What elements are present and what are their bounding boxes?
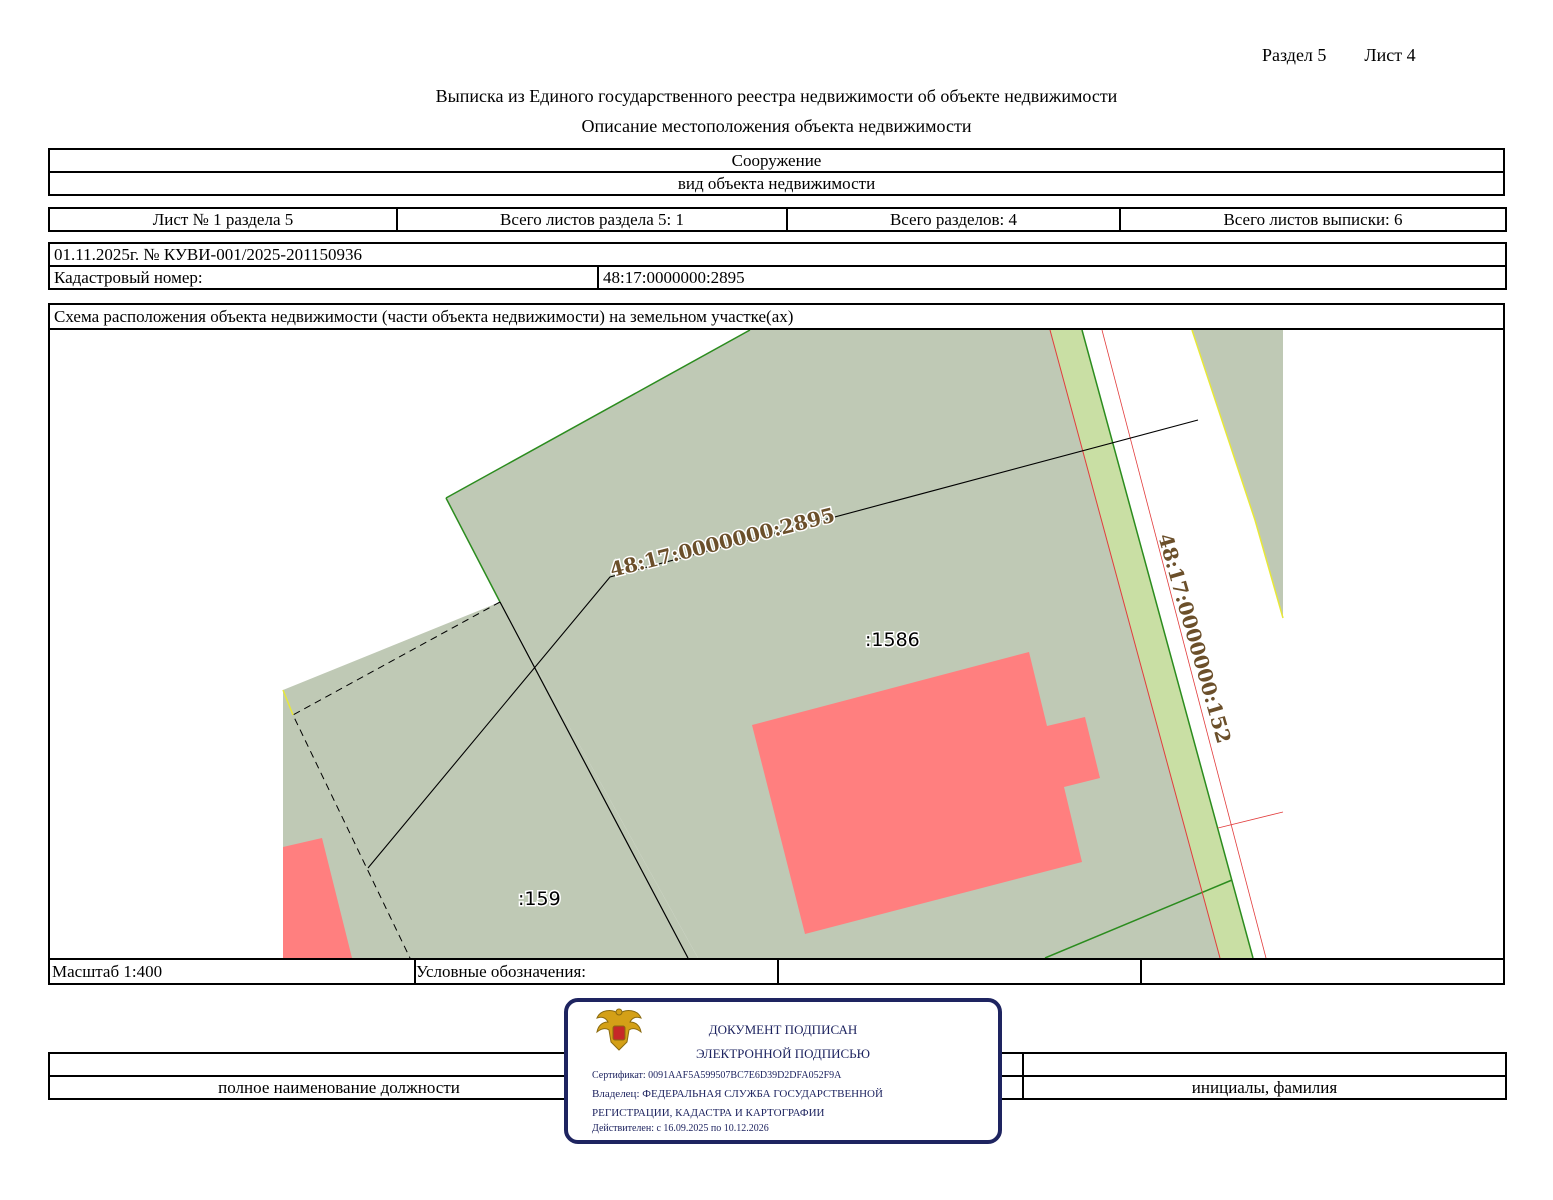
stamp-line-1: ДОКУМЕНТ ПОДПИСАН — [708, 1022, 858, 1037]
legend-cell-empty-1 — [777, 960, 1142, 985]
document-subtitle: Описание местоположения объекта недвижим… — [581, 116, 972, 136]
sheets-info-table: Лист № 1 раздела 5 Всего листов раздела … — [48, 207, 1507, 232]
stamp-certificate: Сертификат: 0091AAF5A599507BC7E6D39D2DFA… — [592, 1070, 842, 1081]
extract-date-number: 01.11.2025г. № КУВИ-001/2025-201150936 — [48, 242, 1507, 267]
section-label: Раздел 5 — [1262, 45, 1327, 65]
object-type-caption: вид объекта недвижимости — [48, 171, 1505, 196]
total-section-sheets: Всего листов раздела 5: 1 — [396, 207, 788, 232]
total-sections: Всего разделов: 4 — [786, 207, 1121, 232]
electronic-signature-stamp: ДОКУМЕНТ ПОДПИСАН ЭЛЕКТРОННОЙ ПОДПИСЬЮ С… — [564, 998, 1002, 1144]
object-type-table: Сооружение вид объекта недвижимости — [48, 148, 1505, 196]
total-extract-sheets: Всего листов выписки: 6 — [1119, 207, 1507, 232]
location-scheme-map: 48:17:0000000:2895 48:17:0000000:152 :15… — [50, 330, 1503, 958]
stamp-owner-2: РЕГИСТРАЦИИ, КАДАСТРА И КАРТОГРАФИИ — [592, 1107, 825, 1119]
stamp-line-2: ЭЛЕКТРОННОЙ ПОДПИСЬЮ — [696, 1046, 870, 1061]
map-footer: Масштаб 1:400 Условные обозначения: — [50, 958, 1503, 985]
stamp-valid: Действителен: с 16.09.2025 по 10.12.2026 — [592, 1123, 769, 1134]
signature-name-blank — [1022, 1052, 1507, 1077]
map-canvas: 48:17:0000000:2895 48:17:0000000:152 :15… — [282, 330, 1284, 958]
record-table: 01.11.2025г. № КУВИ-001/2025-201150936 К… — [48, 242, 1507, 290]
parcel-1586-label: :1586 — [865, 629, 920, 651]
legend-cell-empty-2 — [1140, 960, 1505, 985]
stamp-owner: Владелец: ФЕДЕРАЛЬНАЯ СЛУЖБА ГОСУДАРСТВЕ… — [592, 1088, 883, 1100]
map-legend-label: Условные обозначения: — [414, 960, 779, 985]
map-scale: Масштаб 1:400 — [50, 960, 416, 985]
cadastral-number-label: Кадастровый номер: — [48, 265, 599, 290]
name-caption: инициалы, фамилия — [1022, 1075, 1507, 1100]
cadastral-number-value: 48:17:0000000:2895 — [597, 265, 1507, 290]
position-caption: полное наименование должности — [218, 1078, 460, 1097]
red-boundary-3 — [1217, 811, 1284, 829]
document-title: Выписка из Единого государственного реес… — [435, 86, 1118, 106]
parcel-159-label: :159 — [518, 888, 561, 910]
page-header-right: Раздел 5 Лист 4 — [1262, 45, 1454, 66]
location-scheme-caption: Схема расположения объекта недвижимости … — [50, 305, 1503, 330]
object-type-value: Сооружение — [48, 148, 1505, 173]
location-scheme-frame: Схема расположения объекта недвижимости … — [48, 303, 1505, 985]
sheet-label: Лист 4 — [1364, 45, 1416, 65]
sheet-number: Лист № 1 раздела 5 — [48, 207, 398, 232]
